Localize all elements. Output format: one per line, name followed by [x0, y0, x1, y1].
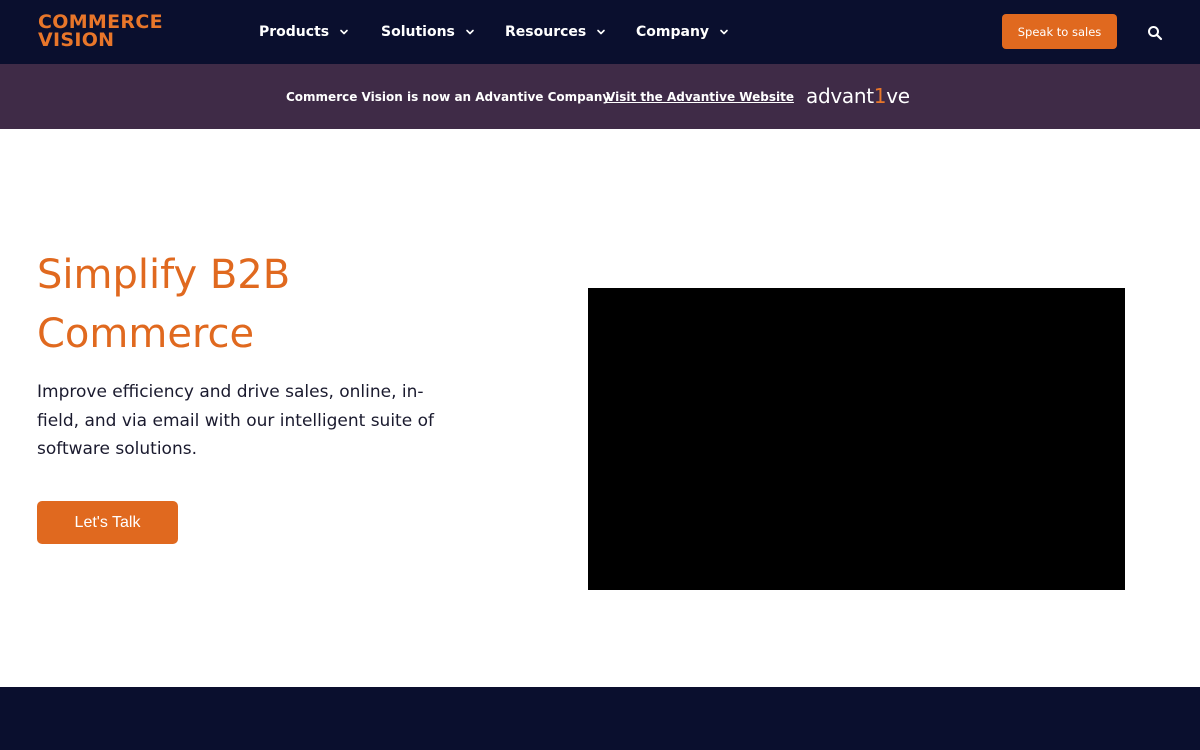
- announcement-text: Commerce Vision is now an Advantive Comp…: [286, 90, 614, 104]
- nav-company-label: Company: [636, 24, 710, 40]
- advantive-logo-part-a: advant: [806, 84, 874, 108]
- search-icon[interactable]: [1146, 24, 1164, 42]
- advantive-logo[interactable]: advant1ve: [806, 84, 910, 108]
- nav-products[interactable]: Products: [259, 22, 350, 42]
- nav-products-label: Products: [259, 24, 330, 40]
- advantive-logo-one: 1: [873, 84, 887, 108]
- hero-title: Simplify B2B Commerce: [37, 252, 291, 357]
- footer-section: [0, 687, 1200, 750]
- lets-talk-button[interactable]: Let's Talk: [37, 501, 178, 544]
- nav-solutions-label: Solutions: [381, 24, 455, 40]
- nav-resources[interactable]: Resources: [505, 22, 607, 42]
- nav-resources-label: Resources: [505, 24, 587, 40]
- chevron-down-icon: [595, 26, 607, 38]
- logo-line-2: VISION: [38, 29, 115, 51]
- advantive-website-link[interactable]: Visit the Advantive Website: [606, 89, 794, 105]
- nav-solutions[interactable]: Solutions: [381, 22, 476, 42]
- chevron-down-icon: [464, 26, 476, 38]
- advantive-logo-part-b: ve: [886, 84, 910, 108]
- top-navbar: COMMERCE VISION Products Solutions Resou…: [0, 0, 1200, 64]
- speak-to-sales-button[interactable]: Speak to sales: [1002, 14, 1117, 49]
- hero-video-player[interactable]: [588, 288, 1125, 590]
- hero-subtitle: Improve efficiency and drive sales, onli…: [37, 382, 434, 459]
- chevron-down-icon: [718, 26, 730, 38]
- commerce-vision-logo[interactable]: COMMERCE VISION: [38, 13, 163, 51]
- nav-company[interactable]: Company: [636, 22, 730, 42]
- chevron-down-icon: [338, 26, 350, 38]
